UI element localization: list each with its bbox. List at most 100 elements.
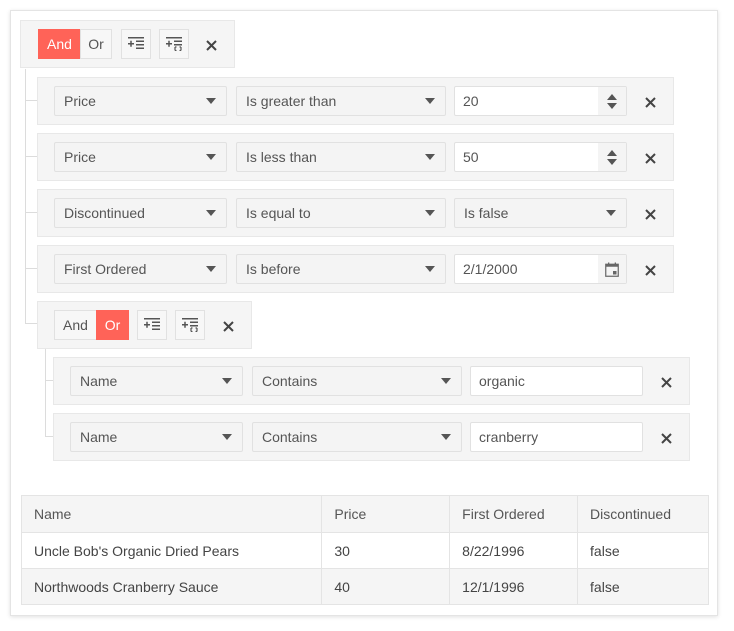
remove-rule-button[interactable] <box>638 146 662 170</box>
operator-dropdown[interactable]: Is equal to <box>236 198 446 228</box>
cell-discontinued: false <box>577 532 709 569</box>
value-input[interactable] <box>471 367 642 395</box>
add-group-icon <box>166 37 182 51</box>
operator-dropdown[interactable]: Is greater than <box>236 86 446 116</box>
caret-down-icon <box>425 154 435 160</box>
operator-dropdown[interactable]: Is before <box>236 254 446 284</box>
tree-line-sub <box>45 349 46 437</box>
field-dropdown[interactable]: Price <box>54 86 227 116</box>
decrease-button[interactable] <box>607 102 617 109</box>
close-icon <box>205 39 217 51</box>
caret-down-icon <box>425 98 435 104</box>
logic-and-button[interactable]: And <box>54 310 97 340</box>
remove-rule-button[interactable] <box>654 426 678 450</box>
value-numeric-input[interactable] <box>454 142 627 172</box>
caret-down-icon <box>606 210 616 216</box>
remove-rule-button[interactable] <box>638 202 662 226</box>
remove-group-button[interactable] <box>199 33 223 57</box>
caret-down-icon <box>222 434 232 440</box>
tree-line <box>25 323 37 324</box>
decrease-button[interactable] <box>607 158 617 165</box>
caret-down-icon <box>425 266 435 272</box>
close-icon <box>222 320 234 332</box>
field-value: Name <box>80 373 118 389</box>
add-group-button[interactable] <box>175 310 205 340</box>
operator-value: Contains <box>262 373 318 389</box>
tree-line <box>25 212 37 213</box>
close-icon <box>644 208 656 220</box>
caret-down-icon <box>425 210 435 216</box>
remove-group-button[interactable] <box>216 314 240 338</box>
operator-dropdown[interactable]: Contains <box>252 422 462 452</box>
filter-rule: First Ordered Is before <box>37 245 674 293</box>
value-input[interactable] <box>471 423 642 451</box>
tree-line <box>25 268 37 269</box>
field-value: First Ordered <box>64 261 147 277</box>
add-expression-icon <box>128 37 144 49</box>
close-icon <box>660 376 672 388</box>
field-dropdown[interactable]: Name <box>70 422 243 452</box>
column-header-price[interactable]: Price <box>321 495 451 533</box>
cell-first-ordered: 12/1/1996 <box>449 568 579 605</box>
operator-dropdown[interactable]: Contains <box>252 366 462 396</box>
increase-button[interactable] <box>607 149 617 156</box>
caret-down-icon <box>441 434 451 440</box>
add-group-icon <box>182 318 198 332</box>
filter-rule: Price Is greater than <box>37 77 674 125</box>
remove-rule-button[interactable] <box>638 258 662 282</box>
filter-panel: And Or Price Is greater than 20 Price Is… <box>10 10 718 616</box>
calendar-icon <box>605 262 619 277</box>
cell-name: Uncle Bob's Organic Dried Pears <box>20 532 323 569</box>
table-row[interactable]: Uncle Bob's Organic Dried Pears 30 8/22/… <box>20 532 709 569</box>
caret-down-icon <box>206 266 216 272</box>
tree-line <box>25 100 37 101</box>
add-group-button[interactable] <box>159 29 189 59</box>
value-date-input[interactable] <box>454 254 627 284</box>
logic-or-button[interactable]: Or <box>96 310 129 340</box>
results-grid: Name Price First Ordered Discontinued Un… <box>20 495 709 605</box>
column-header-first-ordered[interactable]: First Ordered <box>449 495 579 533</box>
value-selected: Is false <box>464 205 509 221</box>
logic-and-button[interactable]: And <box>38 29 81 59</box>
field-dropdown[interactable]: Price <box>54 142 227 172</box>
remove-rule-button[interactable] <box>654 370 678 394</box>
root-group-toolbar: And Or <box>20 20 235 68</box>
value-dropdown[interactable]: Is false <box>454 198 627 228</box>
field-value: Price <box>64 149 96 165</box>
tree-line <box>45 380 53 381</box>
column-header-name[interactable]: Name <box>20 495 323 533</box>
tree-line <box>45 436 53 437</box>
filter-rule: Discontinued Is equal to Is false <box>37 189 674 237</box>
close-icon <box>644 152 656 164</box>
filter-rule: Price Is less than <box>37 133 674 181</box>
operator-value: Contains <box>262 429 318 445</box>
add-expression-button[interactable] <box>137 310 167 340</box>
cell-discontinued: false <box>577 568 709 605</box>
caret-down-icon <box>222 378 232 384</box>
sub-group-toolbar: And Or <box>37 301 252 349</box>
field-value: Price <box>64 93 96 109</box>
spinner-arrows-icon[interactable] <box>598 87 626 115</box>
add-expression-button[interactable] <box>121 29 151 59</box>
logic-or-button[interactable]: Or <box>80 29 112 59</box>
field-dropdown[interactable]: Discontinued <box>54 198 227 228</box>
value-text-input[interactable] <box>470 366 643 396</box>
caret-down-icon <box>206 210 216 216</box>
operator-value: Is greater than <box>246 93 337 109</box>
field-value: Name <box>80 429 118 445</box>
table-row[interactable]: Northwoods Cranberry Sauce 40 12/1/1996 … <box>20 568 709 605</box>
cell-first-ordered: 8/22/1996 <box>449 532 579 569</box>
increase-button[interactable] <box>607 93 617 100</box>
calendar-button[interactable] <box>598 255 626 283</box>
field-dropdown[interactable]: Name <box>70 366 243 396</box>
remove-rule-button[interactable] <box>638 90 662 114</box>
value-text-input[interactable] <box>470 422 643 452</box>
tree-line-root <box>25 69 26 323</box>
operator-dropdown[interactable]: Is less than <box>236 142 446 172</box>
spinner-arrows-icon[interactable] <box>598 143 626 171</box>
add-expression-icon <box>144 318 160 330</box>
cell-name: Northwoods Cranberry Sauce <box>20 568 323 605</box>
column-header-discontinued[interactable]: Discontinued <box>577 495 709 533</box>
field-dropdown[interactable]: First Ordered <box>54 254 227 284</box>
value-numeric-input[interactable] <box>454 86 627 116</box>
